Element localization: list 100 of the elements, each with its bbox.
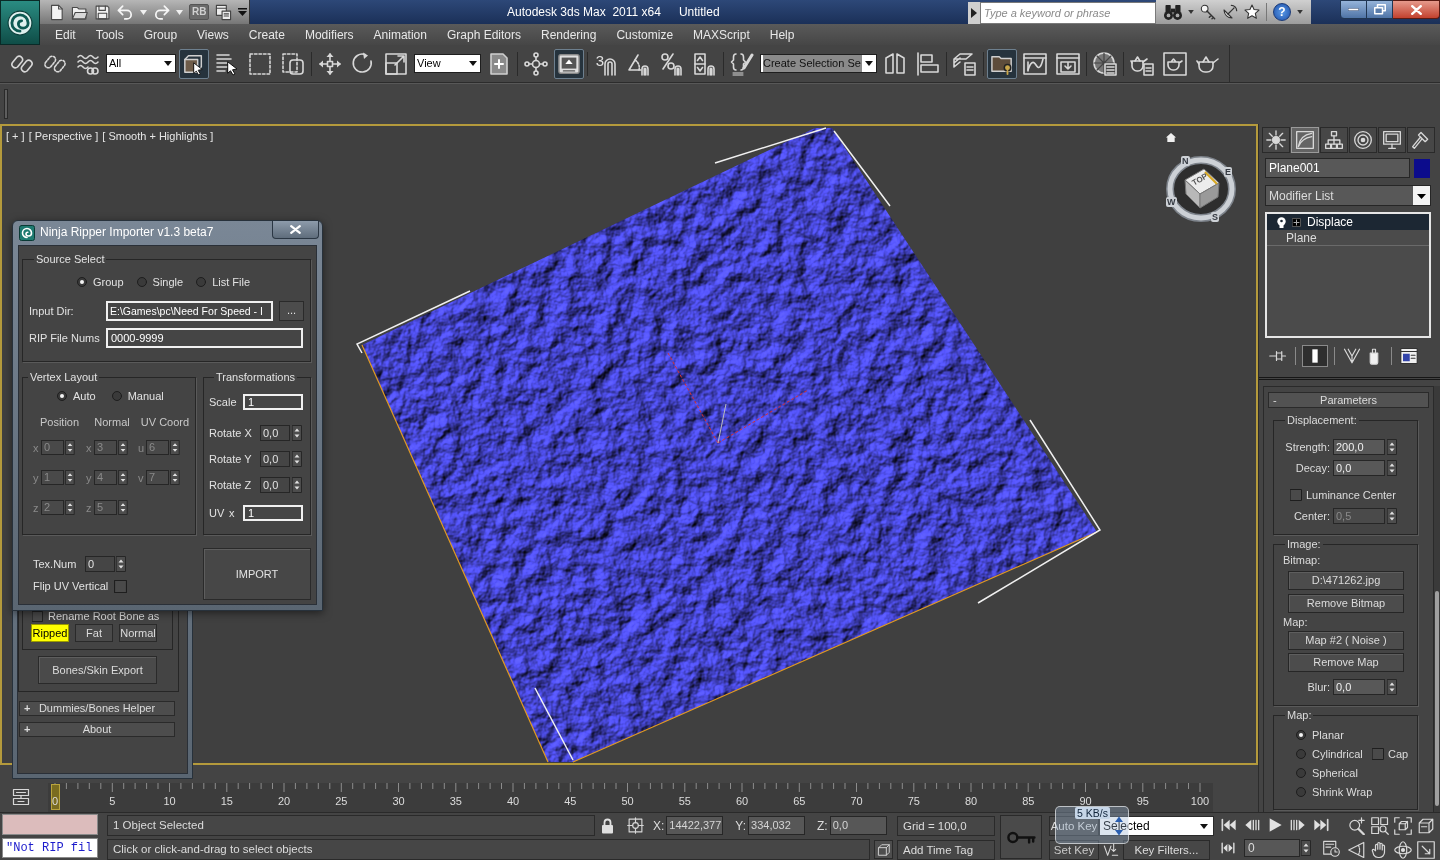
absolute-mode-icon[interactable] [627, 817, 644, 834]
new-file-icon[interactable] [48, 3, 65, 21]
radio-button[interactable] [136, 277, 147, 287]
stack-item[interactable]: Displace [1267, 214, 1429, 230]
tangent-icon[interactable] [1103, 842, 1119, 858]
end-result-icon[interactable] [1302, 345, 1328, 367]
toolbar-button[interactable]: RB [189, 4, 210, 20]
number-field[interactable]: 200,0 [1333, 439, 1385, 455]
frame-field[interactable]: 0 [1244, 839, 1300, 857]
maximize-toggle-icon[interactable] [1417, 841, 1435, 859]
orbit-icon[interactable] [1394, 841, 1412, 859]
angle-magnet-icon[interactable] [627, 51, 651, 76]
radio-button[interactable] [196, 277, 207, 287]
menu-item[interactable]: MAXScript [683, 25, 760, 44]
stack-item[interactable]: Plane [1267, 230, 1429, 246]
zoom-all-icon[interactable] [1371, 817, 1389, 835]
application-menu-button[interactable] [0, 0, 40, 45]
input-dir-field[interactable]: E:\Games\pc\Need For Speed - I [106, 301, 273, 321]
zoom-icon[interactable] [1348, 817, 1366, 835]
folder-key-icon[interactable] [987, 48, 1017, 79]
selection-filter-dropdown[interactable]: All [106, 54, 176, 73]
viewport-label[interactable]: [ + ] [6, 129, 25, 143]
object-name-field[interactable]: Plane001 [1265, 158, 1410, 178]
radio-button[interactable] [1296, 768, 1306, 778]
scale-icon[interactable] [384, 51, 408, 76]
time-tag-button[interactable] [874, 840, 893, 859]
bitmap-button[interactable]: D:\471262.jpg [1288, 571, 1404, 590]
import-button[interactable]: IMPORT [203, 548, 311, 600]
snap-toggle-button[interactable]: 3 [591, 48, 621, 79]
caret-down-icon[interactable] [140, 9, 147, 15]
textured-plane[interactable] [361, 128, 1098, 763]
rollout-header[interactable]: + About [19, 722, 175, 737]
browse-button[interactable]: ... [279, 301, 304, 321]
number-field[interactable]: 0,0 [260, 451, 290, 467]
coordinate-system-dropdown[interactable]: View [414, 54, 481, 73]
undo-icon[interactable] [117, 3, 134, 21]
plus-box-icon[interactable] [1292, 217, 1301, 227]
list-cursor-icon[interactable] [215, 51, 239, 76]
number-field[interactable]: 0,0 [260, 425, 290, 441]
curve-editor-icon[interactable] [1023, 51, 1047, 76]
panel-tab[interactable] [1262, 127, 1290, 153]
menu-item[interactable]: Tools [85, 25, 134, 44]
next-frame-icon[interactable] [1289, 817, 1307, 833]
restore-button[interactable] [1367, 0, 1393, 19]
layers-icon[interactable] [953, 51, 977, 76]
set-key-button[interactable]: Set Key [1049, 840, 1099, 860]
percent-magnet-icon[interactable] [660, 51, 684, 76]
window-crossing-icon[interactable] [281, 51, 305, 76]
spinner-arrows-icon[interactable] [1387, 439, 1397, 455]
checkbox[interactable] [1372, 748, 1384, 760]
project-window-icon[interactable] [215, 3, 233, 21]
radio-button[interactable] [1296, 749, 1306, 759]
spinner-arrows-icon[interactable] [1301, 840, 1311, 856]
menu-item[interactable]: Group [133, 25, 188, 44]
go-start-icon[interactable] [1220, 817, 1238, 833]
teapot-window-icon[interactable] [1163, 51, 1187, 76]
menu-item[interactable]: Modifiers [294, 25, 364, 44]
spinner-arrows-icon[interactable] [118, 500, 128, 515]
pivot-center-icon[interactable] [487, 51, 511, 76]
menu-item[interactable]: Create [238, 25, 295, 44]
caret-down-icon[interactable] [1297, 10, 1303, 14]
remove-map-button[interactable]: Remove Map [1288, 653, 1404, 672]
lock-icon[interactable] [601, 817, 614, 834]
export-button[interactable]: Bones/Skin Export [38, 656, 157, 684]
track-view-icon[interactable] [10, 788, 32, 806]
panel-tab[interactable] [1378, 127, 1406, 153]
search-field[interactable]: Type a keyword or phrase [980, 1, 1156, 24]
cursor-cube-icon[interactable] [179, 48, 209, 79]
remove-bitmap-button[interactable]: Remove Bitmap [1288, 594, 1404, 613]
file-range-field[interactable]: 0000-9999 [106, 328, 303, 348]
make-unique-icon[interactable] [1343, 347, 1361, 365]
menu-item[interactable]: Rendering [531, 25, 607, 44]
star-icon[interactable] [1244, 4, 1260, 20]
scrollbar-thumb[interactable] [1435, 591, 1439, 806]
spinner-magnet-icon[interactable] [693, 51, 717, 76]
spinner-arrows-icon[interactable] [170, 440, 180, 455]
configure-icon[interactable] [1400, 347, 1418, 365]
coordinate-field[interactable]: 334,032 [748, 816, 806, 835]
dropdown-arrow-icon[interactable] [238, 8, 248, 16]
menu-item[interactable]: Help [759, 25, 805, 44]
spinner-arrows-icon[interactable] [65, 470, 75, 485]
radio-button[interactable] [1296, 730, 1306, 740]
object-color-swatch[interactable] [1414, 158, 1430, 178]
number-field[interactable]: 0,0 [1333, 679, 1385, 695]
align-icon[interactable] [916, 51, 940, 76]
number-field[interactable]: 0,0 [260, 477, 290, 493]
close-button[interactable] [272, 221, 319, 239]
braces-pencil-icon[interactable] [730, 51, 754, 76]
checkbox[interactable] [32, 611, 43, 622]
coordinate-field[interactable]: 0,0 [829, 816, 887, 835]
listener-output-field[interactable]: "Not RIP fil [2, 838, 98, 858]
toggle-button[interactable]: Normal [119, 624, 157, 642]
caret-down-icon[interactable] [176, 9, 183, 15]
modifier-stack[interactable]: Displace Plane [1265, 212, 1431, 338]
spinner-arrows-icon[interactable] [118, 470, 128, 485]
spinner-arrows-icon[interactable] [292, 477, 302, 493]
viewport-label[interactable]: [ Smooth + Highlights ] [102, 129, 214, 143]
rollout-header[interactable]: - Parameters [1268, 392, 1429, 408]
key-mode-dropdown[interactable]: Selected [1099, 816, 1214, 836]
radio-button[interactable] [77, 277, 87, 287]
